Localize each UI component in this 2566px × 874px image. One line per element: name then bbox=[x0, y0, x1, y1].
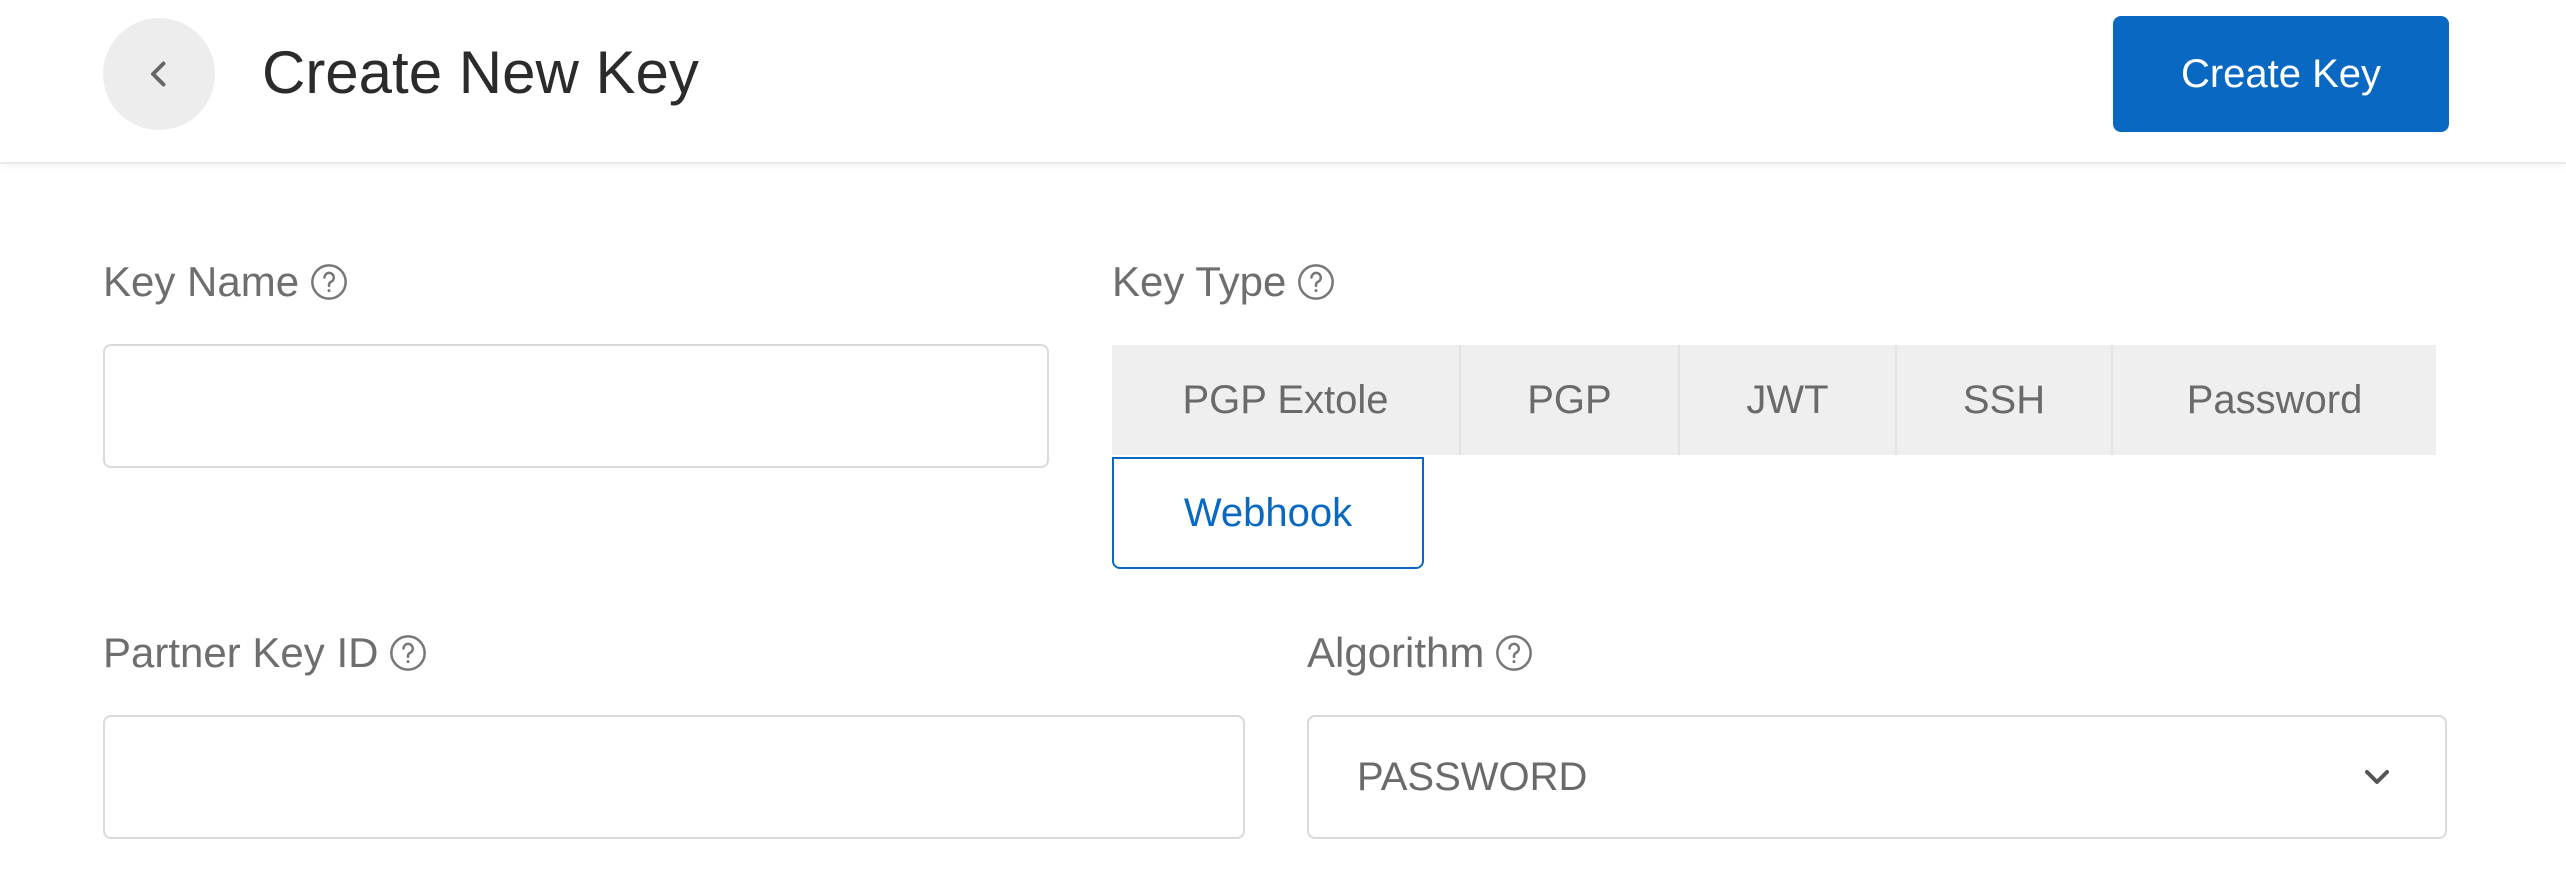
create-key-button[interactable]: Create Key bbox=[2113, 16, 2449, 132]
key-type-label: Key Type bbox=[1112, 257, 1336, 307]
question-circle-icon[interactable] bbox=[388, 633, 428, 673]
page-header: Create New Key Create Key bbox=[0, 0, 2566, 164]
partner-key-id-label: Partner Key ID bbox=[103, 628, 428, 678]
key-type-option-pgp[interactable]: PGP bbox=[1461, 345, 1680, 455]
partner-key-id-label-text: Partner Key ID bbox=[103, 629, 379, 676]
back-button[interactable] bbox=[103, 18, 215, 130]
algorithm-select[interactable]: PASSWORD bbox=[1307, 715, 2447, 839]
algorithm-label: Algorithm bbox=[1307, 628, 1534, 678]
algorithm-selected-value: PASSWORD bbox=[1357, 754, 1588, 799]
key-type-option-ssh[interactable]: SSH bbox=[1897, 345, 2113, 455]
question-circle-icon[interactable] bbox=[309, 262, 349, 302]
key-name-label: Key Name bbox=[103, 257, 349, 307]
algorithm-label-text: Algorithm bbox=[1307, 629, 1485, 676]
partner-key-id-input[interactable] bbox=[103, 715, 1245, 839]
key-type-option-pgp-extole[interactable]: PGP Extole bbox=[1112, 345, 1461, 455]
key-name-input[interactable] bbox=[103, 344, 1049, 468]
page-title: Create New Key bbox=[262, 39, 699, 106]
key-type-option-webhook[interactable]: Webhook bbox=[1112, 457, 1424, 569]
chevron-left-icon bbox=[151, 61, 166, 87]
key-name-label-text: Key Name bbox=[103, 258, 300, 305]
key-type-segmented-control: PGP Extole PGP JWT SSH Password bbox=[1112, 345, 2436, 455]
key-type-option-jwt[interactable]: JWT bbox=[1680, 345, 1897, 455]
chevron-down-icon bbox=[2357, 757, 2397, 797]
question-circle-icon[interactable] bbox=[1494, 633, 1534, 673]
key-type-option-password[interactable]: Password bbox=[2113, 345, 2436, 455]
question-circle-icon[interactable] bbox=[1296, 262, 1336, 302]
key-type-label-text: Key Type bbox=[1112, 258, 1287, 305]
